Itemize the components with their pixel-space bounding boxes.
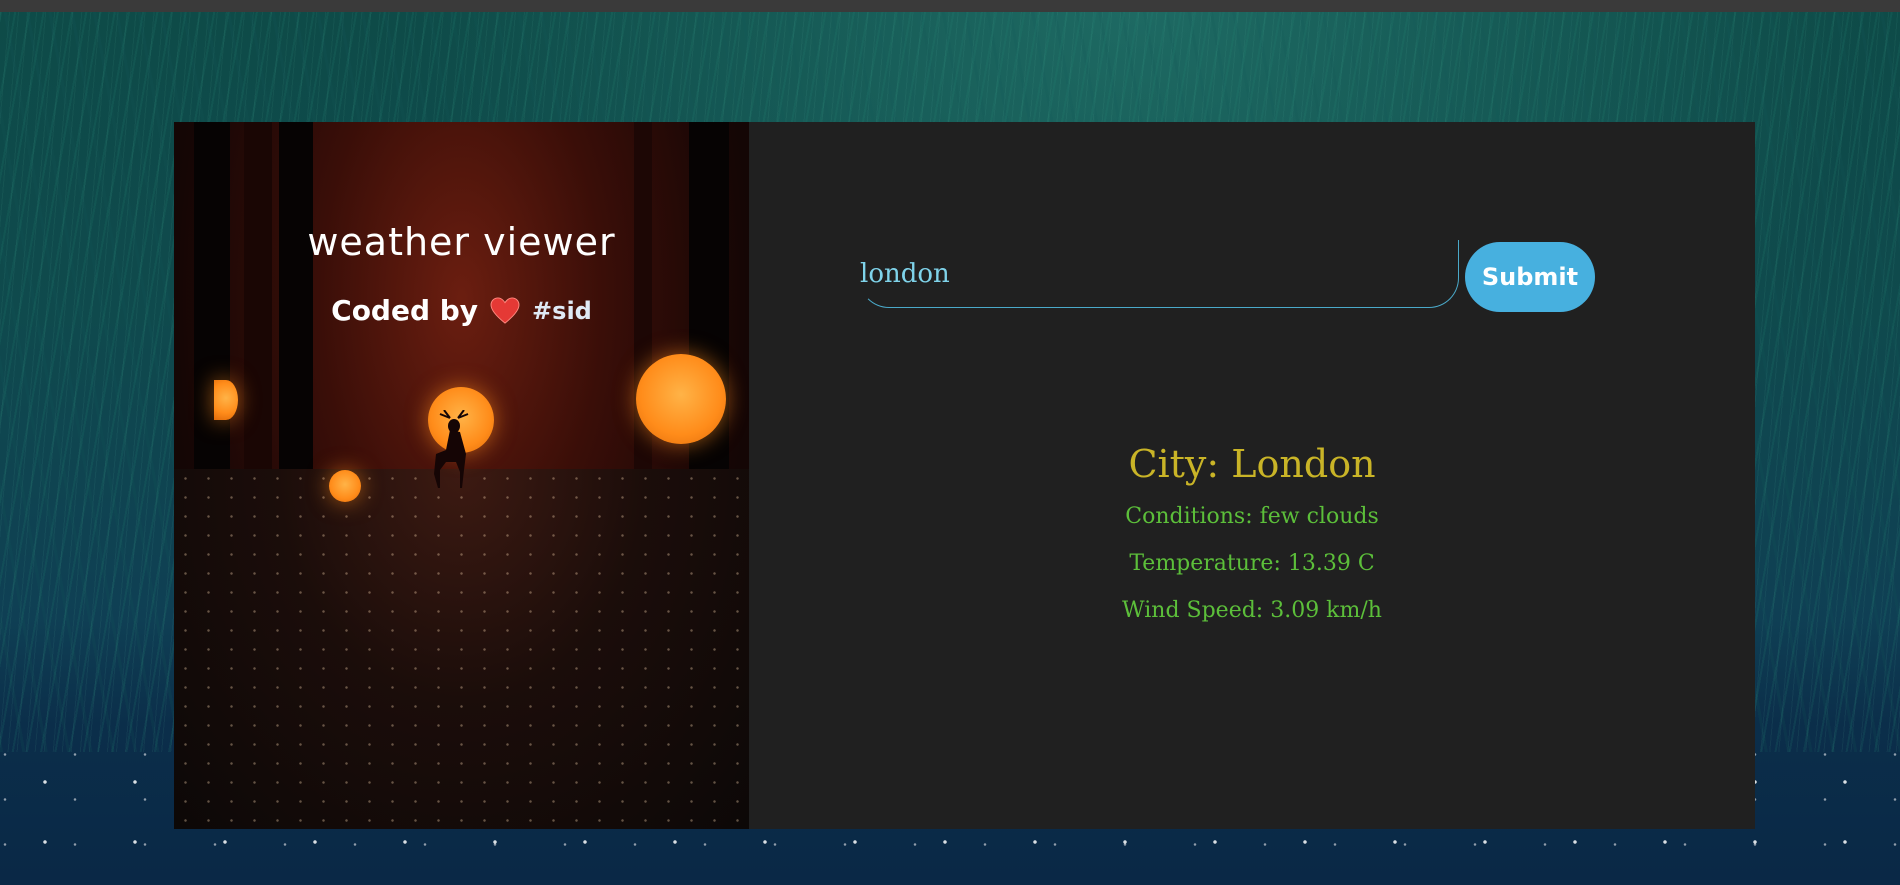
city-input[interactable] (859, 240, 1459, 308)
glowing-orb (329, 470, 361, 502)
temperature-text: Temperature: 13.39 C (1129, 551, 1375, 576)
forest-floor (174, 469, 749, 829)
heart-icon (490, 296, 520, 324)
glowing-orb (214, 380, 238, 420)
app-title: weather viewer (307, 220, 616, 264)
credit-line: Coded by #sid (174, 294, 749, 327)
city-heading: City: London (1128, 442, 1376, 486)
title-block: weather viewer Coded by #sid (174, 220, 749, 327)
browser-top-bar (0, 0, 1900, 12)
glowing-orb (636, 354, 726, 444)
forest-illustration-panel: weather viewer Coded by #sid (174, 122, 749, 829)
weather-results: City: London Conditions: few clouds Temp… (749, 442, 1755, 645)
wind-speed-text: Wind Speed: 3.09 km/h (1122, 598, 1382, 623)
submit-button[interactable]: Submit (1465, 242, 1595, 312)
deer-illustration (434, 410, 469, 488)
weather-panel: Submit City: London Conditions: few clou… (749, 122, 1755, 829)
weather-card: weather viewer Coded by #sid Submit City… (174, 122, 1755, 829)
conditions-text: Conditions: few clouds (1125, 504, 1379, 529)
credit-prefix: Coded by (331, 294, 479, 327)
search-form (859, 240, 1459, 312)
author-name: #sid (532, 296, 592, 325)
